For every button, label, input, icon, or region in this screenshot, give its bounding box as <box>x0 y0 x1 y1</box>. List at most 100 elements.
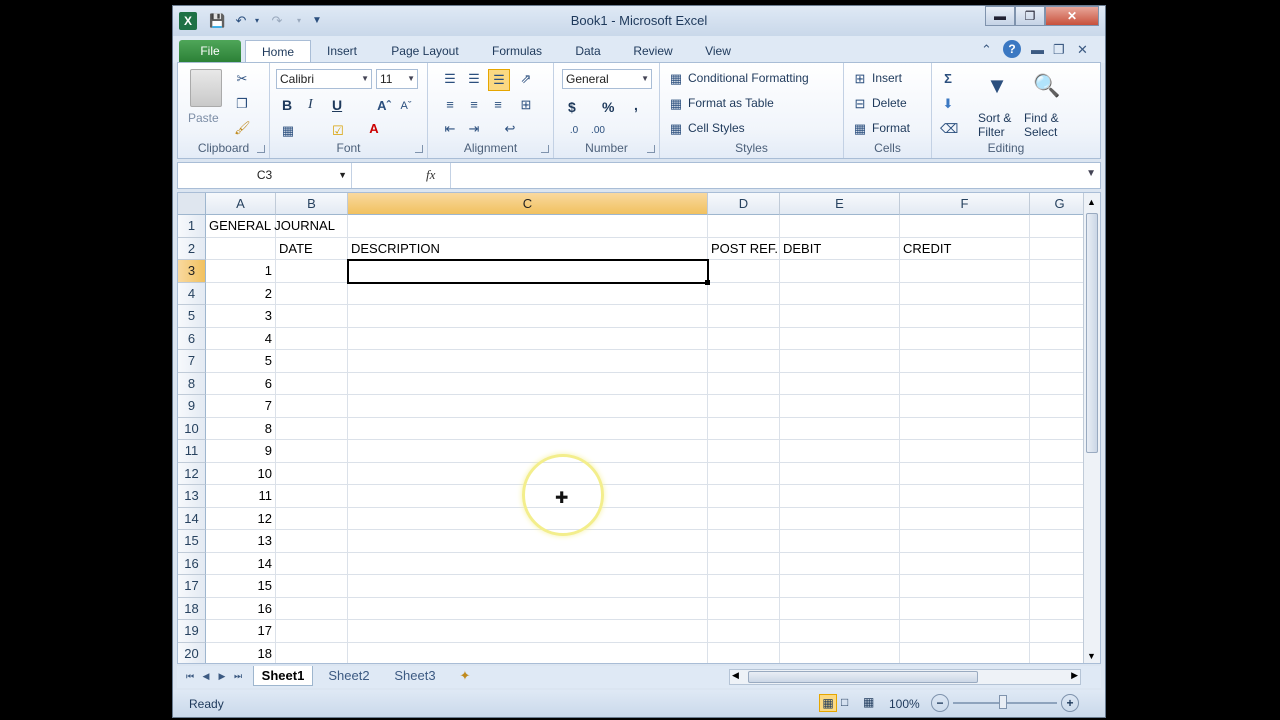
row-header-6[interactable]: 6 <box>178 327 206 350</box>
cell-d7[interactable] <box>708 350 780 373</box>
cell-d14[interactable] <box>708 507 780 530</box>
percent-button[interactable]: % <box>602 99 614 115</box>
cell-a16[interactable]: 14 <box>206 552 276 575</box>
cell-c5[interactable] <box>348 305 708 328</box>
cell-g6[interactable] <box>1030 327 1090 350</box>
cell-c16[interactable] <box>348 552 708 575</box>
cell-d18[interactable] <box>708 597 780 620</box>
zoom-level[interactable]: 100% <box>889 697 920 711</box>
cell-g4[interactable] <box>1030 282 1090 305</box>
find-select-dropdown[interactable]: Select <box>1024 125 1057 139</box>
align-middle-icon[interactable]: ☰ <box>466 71 482 87</box>
workbook-restore-icon[interactable]: ❐ <box>1053 42 1065 58</box>
row-header-18[interactable]: 18 <box>178 597 206 620</box>
column-header-g[interactable]: G <box>1030 193 1090 215</box>
page-layout-view-icon[interactable]: □ <box>841 695 848 709</box>
first-sheet-icon[interactable]: ⏮ <box>183 666 197 686</box>
formula-input[interactable] <box>450 163 1082 188</box>
cell-e13[interactable] <box>780 485 900 508</box>
cell-b17[interactable] <box>276 575 348 598</box>
tab-page-layout[interactable]: Page Layout <box>381 40 469 63</box>
cell-a5[interactable]: 3 <box>206 305 276 328</box>
row-header-3[interactable]: 3 <box>178 260 206 283</box>
paste-button[interactable]: Paste <box>188 111 219 125</box>
fill-color-icon[interactable]: ☑ <box>330 123 346 139</box>
increase-indent-icon[interactable]: ⇥ <box>466 121 482 137</box>
horizontal-scrollbar[interactable]: ◀ ▶ <box>729 669 1081 685</box>
shrink-font-icon[interactable]: Aˇ <box>398 98 414 114</box>
increase-decimal-icon[interactable]: .0 <box>566 123 582 139</box>
column-header-f[interactable]: F <box>900 193 1030 215</box>
row-header-7[interactable]: 7 <box>178 350 206 373</box>
sort-filter-dropdown[interactable]: Filter <box>978 125 1005 139</box>
cell-b1[interactable] <box>276 215 348 238</box>
clear-icon[interactable]: ⌫ <box>940 121 958 137</box>
vertical-scrollbar[interactable]: ▲ ▼ <box>1083 193 1100 663</box>
zoom-slider-thumb[interactable] <box>999 695 1007 709</box>
borders-icon[interactable]: ▦ <box>280 123 296 139</box>
cell-d13[interactable] <box>708 485 780 508</box>
sheet-tab-sheet1[interactable]: Sheet1 <box>253 666 313 686</box>
cell-b11[interactable] <box>276 440 348 463</box>
cell-f12[interactable] <box>900 462 1030 485</box>
restore-button[interactable]: ❐ <box>1015 6 1045 26</box>
cell-g18[interactable] <box>1030 597 1090 620</box>
cell-g10[interactable] <box>1030 417 1090 440</box>
cell-a8[interactable]: 6 <box>206 372 276 395</box>
tab-data[interactable]: Data <box>567 40 609 63</box>
cell-a2[interactable] <box>206 237 276 260</box>
comma-button[interactable]: , <box>634 97 638 113</box>
cell-b8[interactable] <box>276 372 348 395</box>
cell-d8[interactable] <box>708 372 780 395</box>
cell-e7[interactable] <box>780 350 900 373</box>
cell-d10[interactable] <box>708 417 780 440</box>
next-sheet-icon[interactable]: ▶ <box>215 666 229 686</box>
cell-b19[interactable] <box>276 620 348 643</box>
row-header-2[interactable]: 2 <box>178 237 206 260</box>
cell-e12[interactable] <box>780 462 900 485</box>
cell-b18[interactable] <box>276 597 348 620</box>
cell-b16[interactable] <box>276 552 348 575</box>
binoculars-icon[interactable]: 🔍 <box>1032 71 1062 101</box>
cell-a3[interactable]: 1 <box>206 260 276 283</box>
cell-f18[interactable] <box>900 597 1030 620</box>
cell-f1[interactable] <box>900 215 1030 238</box>
cell-g9[interactable] <box>1030 395 1090 418</box>
insert-sheet-icon[interactable]: ✦ <box>453 666 477 686</box>
cell-d4[interactable] <box>708 282 780 305</box>
row-header-10[interactable]: 10 <box>178 417 206 440</box>
cell-d19[interactable] <box>708 620 780 643</box>
cell-g5[interactable] <box>1030 305 1090 328</box>
row-header-8[interactable]: 8 <box>178 372 206 395</box>
align-center-icon[interactable]: ≡ <box>466 97 482 113</box>
workbook-minimize-icon[interactable]: ▬ <box>1031 42 1044 57</box>
tab-insert[interactable]: Insert <box>317 40 367 63</box>
cell-b5[interactable] <box>276 305 348 328</box>
number-launcher-icon[interactable] <box>647 145 655 153</box>
sheet-tab-sheet2[interactable]: Sheet2 <box>321 666 377 686</box>
tab-file[interactable]: File <box>179 40 241 63</box>
normal-view-icon[interactable]: ▦ <box>819 694 837 712</box>
cell-a10[interactable]: 8 <box>206 417 276 440</box>
cell-f8[interactable] <box>900 372 1030 395</box>
cell-e18[interactable] <box>780 597 900 620</box>
format-cells-icon[interactable]: ▦ <box>852 121 868 137</box>
format-as-table-button[interactable]: Format as Table <box>688 96 774 110</box>
cell-f11[interactable] <box>900 440 1030 463</box>
cell-a7[interactable]: 5 <box>206 350 276 373</box>
bold-button[interactable]: B <box>282 97 292 113</box>
cell-f17[interactable] <box>900 575 1030 598</box>
alignment-launcher-icon[interactable] <box>541 145 549 153</box>
cell-a11[interactable]: 9 <box>206 440 276 463</box>
cell-e1[interactable] <box>780 215 900 238</box>
cell-a4[interactable]: 2 <box>206 282 276 305</box>
cell-c10[interactable] <box>348 417 708 440</box>
close-button[interactable]: ✕ <box>1045 6 1099 26</box>
cell-b13[interactable] <box>276 485 348 508</box>
cell-e9[interactable] <box>780 395 900 418</box>
cell-a6[interactable]: 4 <box>206 327 276 350</box>
tab-home[interactable]: Home <box>245 40 311 63</box>
cell-f5[interactable] <box>900 305 1030 328</box>
fill-icon[interactable]: ⬇ <box>940 96 956 112</box>
cell-b3[interactable] <box>276 260 348 283</box>
